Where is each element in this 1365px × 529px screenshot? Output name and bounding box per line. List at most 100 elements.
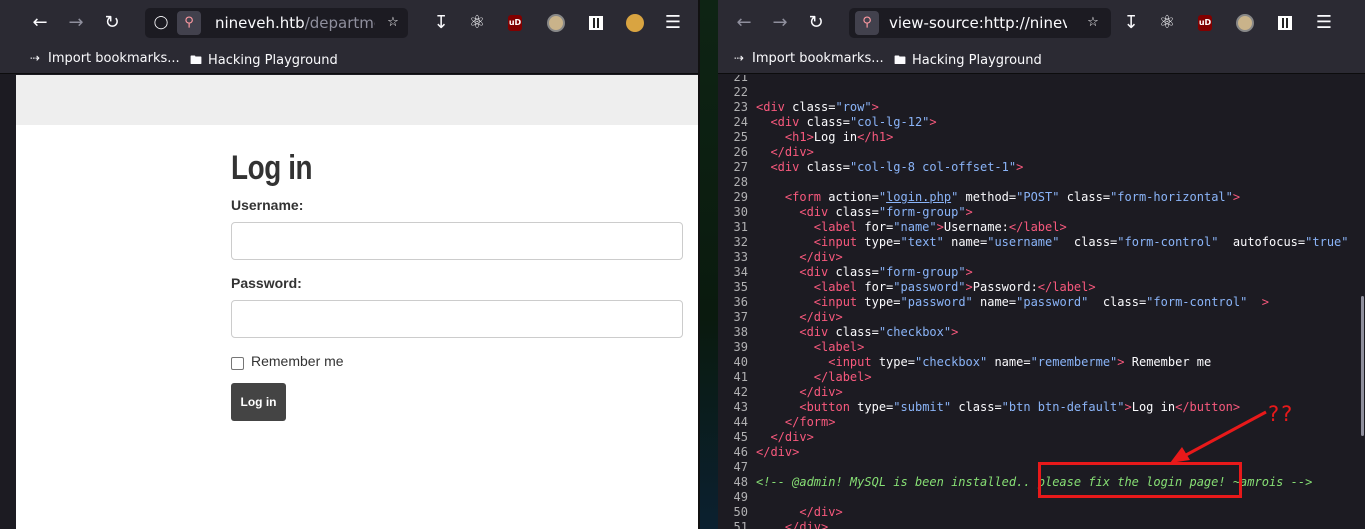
- desktop-background: [700, 0, 718, 529]
- source-line: 40 <input type="checkbox" name="remember…: [718, 355, 1365, 370]
- line-code: <div class="form-group">: [799, 265, 973, 279]
- menu-icon[interactable]: ☰: [661, 11, 685, 35]
- line-code: <div class="row">: [756, 100, 879, 114]
- ublock-icon[interactable]: uD: [1193, 11, 1217, 35]
- source-line: 36 <input type="password" name="password…: [718, 295, 1365, 310]
- line-number: 35: [733, 280, 748, 294]
- line-number: 22: [733, 85, 748, 99]
- line-code: </form>: [784, 415, 836, 429]
- line-number: 29: [733, 190, 748, 204]
- line-number: 24: [733, 115, 748, 129]
- bookmark-star-icon[interactable]: ☆: [385, 15, 401, 31]
- shield-icon[interactable]: ◯: [153, 15, 169, 31]
- source-line: 29 <form action="login.php" method="POST…: [718, 190, 1365, 205]
- source-line: 23 <div class="row">: [718, 100, 1365, 115]
- bookmark-import[interactable]: ⇢ Import bookmarks...: [734, 51, 884, 66]
- line-number: 43: [733, 400, 748, 414]
- username-input[interactable]: [231, 222, 683, 260]
- bookmark-label: Hacking Playground: [912, 53, 1042, 68]
- scrollbar-thumb[interactable]: [1361, 296, 1364, 436]
- line-code: <label>: [813, 340, 865, 354]
- ublock-icon[interactable]: uD: [503, 11, 527, 35]
- url-text[interactable]: view-source:http://nineveh: [889, 14, 1067, 32]
- bookmark-folder-hacking[interactable]: 🖿 Hacking Playground: [894, 51, 1042, 72]
- line-number: 47: [733, 460, 748, 474]
- extensions-icon[interactable]: ⚛: [1155, 11, 1179, 35]
- source-line: 42 </div>: [718, 385, 1365, 400]
- line-number: 49: [733, 490, 748, 504]
- line-number: 45: [733, 430, 748, 444]
- cookie-icon[interactable]: [623, 11, 647, 35]
- remember-me-checkbox[interactable]: [231, 357, 244, 370]
- url-bar[interactable]: ⚲ view-source:http://nineveh ☆: [849, 8, 1111, 38]
- back-arrow-icon[interactable]: ←: [732, 11, 756, 35]
- source-line: 22: [718, 85, 1365, 100]
- line-number: 41: [733, 370, 748, 384]
- page-navbar: [16, 75, 698, 125]
- folder-icon: 🖿: [190, 53, 203, 67]
- line-code: <label for="password">Password:</label>: [813, 280, 1096, 294]
- username-label: Username:: [231, 197, 304, 213]
- url-text[interactable]: nineveh.htb/department: [215, 14, 375, 32]
- line-code: <input type="checkbox" name="rememberme"…: [828, 355, 1212, 369]
- line-code: </div>: [770, 430, 814, 444]
- source-line: 21: [718, 75, 1365, 85]
- downloads-icon[interactable]: ↧: [429, 11, 453, 35]
- qr-code-icon[interactable]: [1273, 11, 1297, 35]
- source-line: 30 <div class="form-group">: [718, 205, 1365, 220]
- line-code: </div>: [799, 385, 843, 399]
- navigation-toolbar: ← → ↻ ⚲ view-source:http://nineveh ☆ ↧ ⚛…: [718, 0, 1365, 46]
- import-icon: ⇢: [734, 51, 745, 65]
- forward-arrow-icon[interactable]: →: [64, 11, 88, 35]
- line-number: 39: [733, 340, 748, 354]
- extensions-icon[interactable]: ⚛: [465, 11, 489, 35]
- line-number: 21: [733, 75, 748, 84]
- line-code: </div>: [799, 250, 843, 264]
- line-number: 23: [733, 100, 748, 114]
- qr-code-icon[interactable]: [584, 11, 608, 35]
- bookmark-import[interactable]: ⇢ Import bookmarks...: [30, 51, 180, 66]
- avatar-extension-icon[interactable]: [544, 11, 568, 35]
- source-line: 28: [718, 175, 1365, 190]
- bookmark-folder-hacking[interactable]: 🖿 Hacking Playground: [190, 51, 338, 72]
- forward-arrow-icon[interactable]: →: [768, 11, 792, 35]
- source-line: 46 </div>: [718, 445, 1365, 460]
- bookmarks-toolbar: ⇢ Import bookmarks... 🖿 Hacking Playground: [718, 46, 1365, 74]
- line-number: 25: [733, 130, 748, 144]
- browser-window-view-source: ← → ↻ ⚲ view-source:http://nineveh ☆ ↧ ⚛…: [718, 0, 1365, 529]
- url-host: nineveh.htb: [215, 14, 305, 32]
- login-button[interactable]: Log in: [231, 383, 286, 421]
- annotation-question-marks: ??: [1268, 402, 1295, 426]
- source-line: 39 <label>: [718, 340, 1365, 355]
- back-arrow-icon[interactable]: ←: [28, 11, 52, 35]
- remember-me-label[interactable]: Remember me: [251, 353, 344, 369]
- line-number: 38: [733, 325, 748, 339]
- source-line: 37 </div>: [718, 310, 1365, 325]
- downloads-icon[interactable]: ↧: [1119, 11, 1143, 35]
- source-line: 33 </div>: [718, 250, 1365, 265]
- line-code: <div class="col-lg-12">: [770, 115, 937, 129]
- source-line: 32 <input type="text" name="username" cl…: [718, 235, 1365, 250]
- insecure-lock-icon[interactable]: ⚲: [181, 15, 197, 31]
- line-code: <input type="password" name="password" c…: [813, 295, 1270, 309]
- insecure-lock-icon[interactable]: ⚲: [859, 15, 875, 31]
- bookmarks-toolbar: ⇢ Import bookmarks... 🖿 Hacking Playground: [0, 46, 698, 74]
- reload-icon[interactable]: ↻: [804, 11, 828, 35]
- source-line: 50 </div>: [718, 505, 1365, 520]
- page-title: Log in: [231, 149, 313, 187]
- annotation-highlight-box: [1038, 462, 1242, 498]
- bookmark-star-icon[interactable]: ☆: [1085, 15, 1101, 31]
- line-number: 27: [733, 160, 748, 174]
- line-code: </div>: [770, 145, 814, 159]
- line-number: 42: [733, 385, 748, 399]
- menu-icon[interactable]: ☰: [1312, 11, 1336, 35]
- avatar-extension-icon[interactable]: [1233, 11, 1257, 35]
- line-number: 36: [733, 295, 748, 309]
- import-icon: ⇢: [30, 51, 41, 65]
- source-line: 25 <h1>Log in</h1>: [718, 130, 1365, 145]
- line-code: <h1>Log in</h1>: [784, 130, 894, 144]
- url-bar[interactable]: ◯ ⚲ nineveh.htb/department ☆: [145, 8, 408, 38]
- reload-icon[interactable]: ↻: [100, 11, 124, 35]
- line-code: <div class="checkbox">: [799, 325, 959, 339]
- password-input[interactable]: [231, 300, 683, 338]
